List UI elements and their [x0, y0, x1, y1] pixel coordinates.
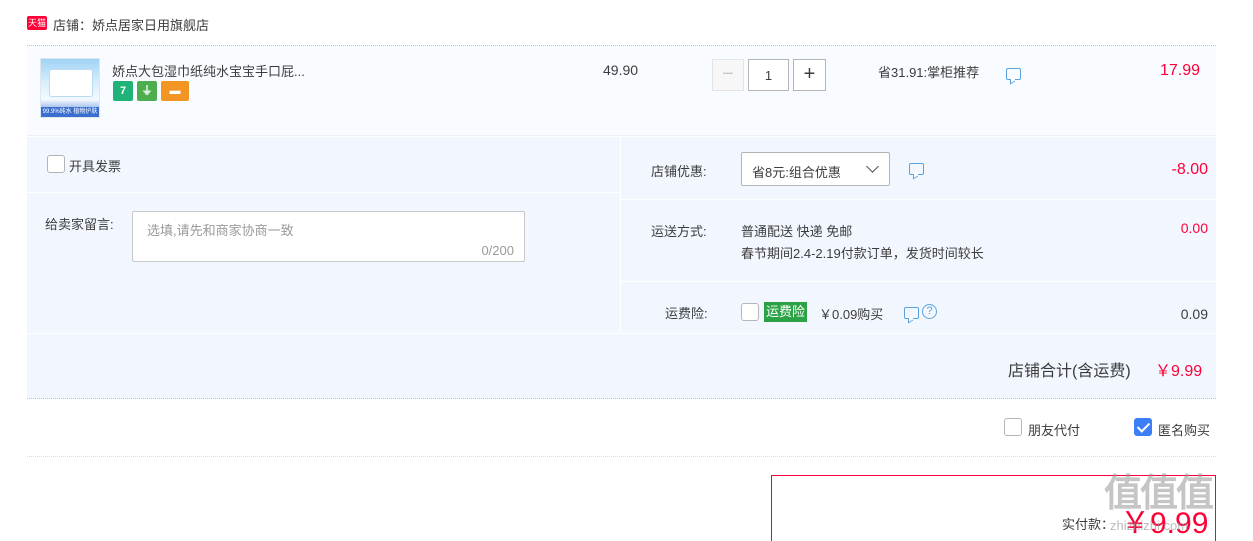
memo-label: 给卖家留言: — [45, 217, 114, 232]
message-icon[interactable] — [1006, 68, 1021, 80]
help-icon[interactable]: ? — [922, 304, 937, 319]
insurance-amount: 0.09 — [1180, 306, 1208, 322]
seven-day-return-icon: 7 — [113, 81, 133, 101]
shop-total-label: 店铺合计(含运费) — [1008, 363, 1131, 380]
anonymous-purchase-label[interactable]: 匿名购买 — [1158, 420, 1210, 439]
divider — [27, 333, 1216, 334]
chevron-down-icon — [866, 160, 879, 173]
site-watermark-logo: 值值值 — [1104, 473, 1214, 515]
memo-char-counter: 0/200 — [481, 243, 514, 258]
item-subtotal: 17.99 — [1160, 62, 1201, 79]
saving-note: 省31.91:掌柜推荐 — [878, 65, 980, 80]
discount-amount: -8.00 — [1171, 161, 1208, 178]
order-options-panel: 开具发票 给卖家留言: 选填,请先和商家协商一致 0/200 店铺优惠: 省8元… — [27, 137, 1216, 399]
shipping-method: 普通配送 快递 免邮 — [741, 224, 853, 239]
shipping-note: 春节期间2.4-2.19付款订单，发货时间较长 — [741, 246, 984, 261]
divider — [27, 456, 1216, 457]
discount-select[interactable]: 省8元:组合优惠 — [741, 152, 890, 186]
discount-selected-value: 省8元:组合优惠 — [752, 165, 841, 180]
site-watermark-url: zhizhizhi.com — [1110, 518, 1189, 533]
insurance-label: 运费险: — [665, 306, 708, 321]
divider — [620, 137, 621, 333]
quantity-input[interactable] — [748, 59, 789, 91]
credit-card-icon: ▬ — [161, 81, 189, 101]
shop-name[interactable]: 店铺：娇点居家日用旗舰店 — [53, 15, 209, 34]
anonymous-purchase-checkbox[interactable] — [1134, 418, 1152, 436]
friend-pay-label[interactable]: 朋友代付 — [1028, 420, 1080, 439]
service-plug-icon: ⏚ — [137, 81, 157, 101]
divider — [621, 199, 1216, 200]
invoice-label[interactable]: 开具发票 — [69, 156, 121, 175]
invoice-checkbox[interactable] — [47, 155, 65, 173]
message-icon[interactable] — [904, 307, 919, 319]
message-icon[interactable] — [909, 163, 924, 175]
discount-label: 店铺优惠: — [651, 164, 707, 179]
shipping-label: 运送方式: — [651, 224, 707, 239]
insurance-badge: 运费险 — [764, 302, 808, 322]
quantity-decrease-button[interactable]: − — [712, 59, 744, 91]
insurance-checkbox[interactable] — [741, 303, 759, 321]
shipping-amount: 0.00 — [1180, 220, 1208, 236]
product-thumbnail[interactable]: 99.9%纯水 植物护肤 — [40, 58, 100, 118]
tmall-badge: 天猫 — [27, 16, 47, 30]
shop-total-amount: ￥9.99 — [1155, 363, 1203, 380]
unit-price: 49.90 — [603, 62, 639, 78]
thumbnail-caption: 99.9%纯水 植物护肤 — [41, 107, 99, 117]
memo-placeholder: 选填,请先和商家协商一致 — [147, 223, 294, 238]
product-title[interactable]: 娇点大包湿巾纸纯水宝宝手口屁... — [112, 61, 305, 80]
wipes-pack-image — [49, 69, 93, 97]
insurance-price: ￥0.09购买 — [819, 307, 884, 322]
divider — [621, 281, 1216, 282]
memo-textarea[interactable]: 选填,请先和商家协商一致 0/200 — [132, 211, 525, 262]
divider — [27, 192, 620, 193]
cart-item-row: 99.9%纯水 植物护肤 娇点大包湿巾纸纯水宝宝手口屁... 7 ⏚ ▬ 49.… — [27, 45, 1216, 136]
friend-pay-checkbox[interactable] — [1004, 418, 1022, 436]
quantity-increase-button[interactable]: + — [793, 59, 826, 91]
